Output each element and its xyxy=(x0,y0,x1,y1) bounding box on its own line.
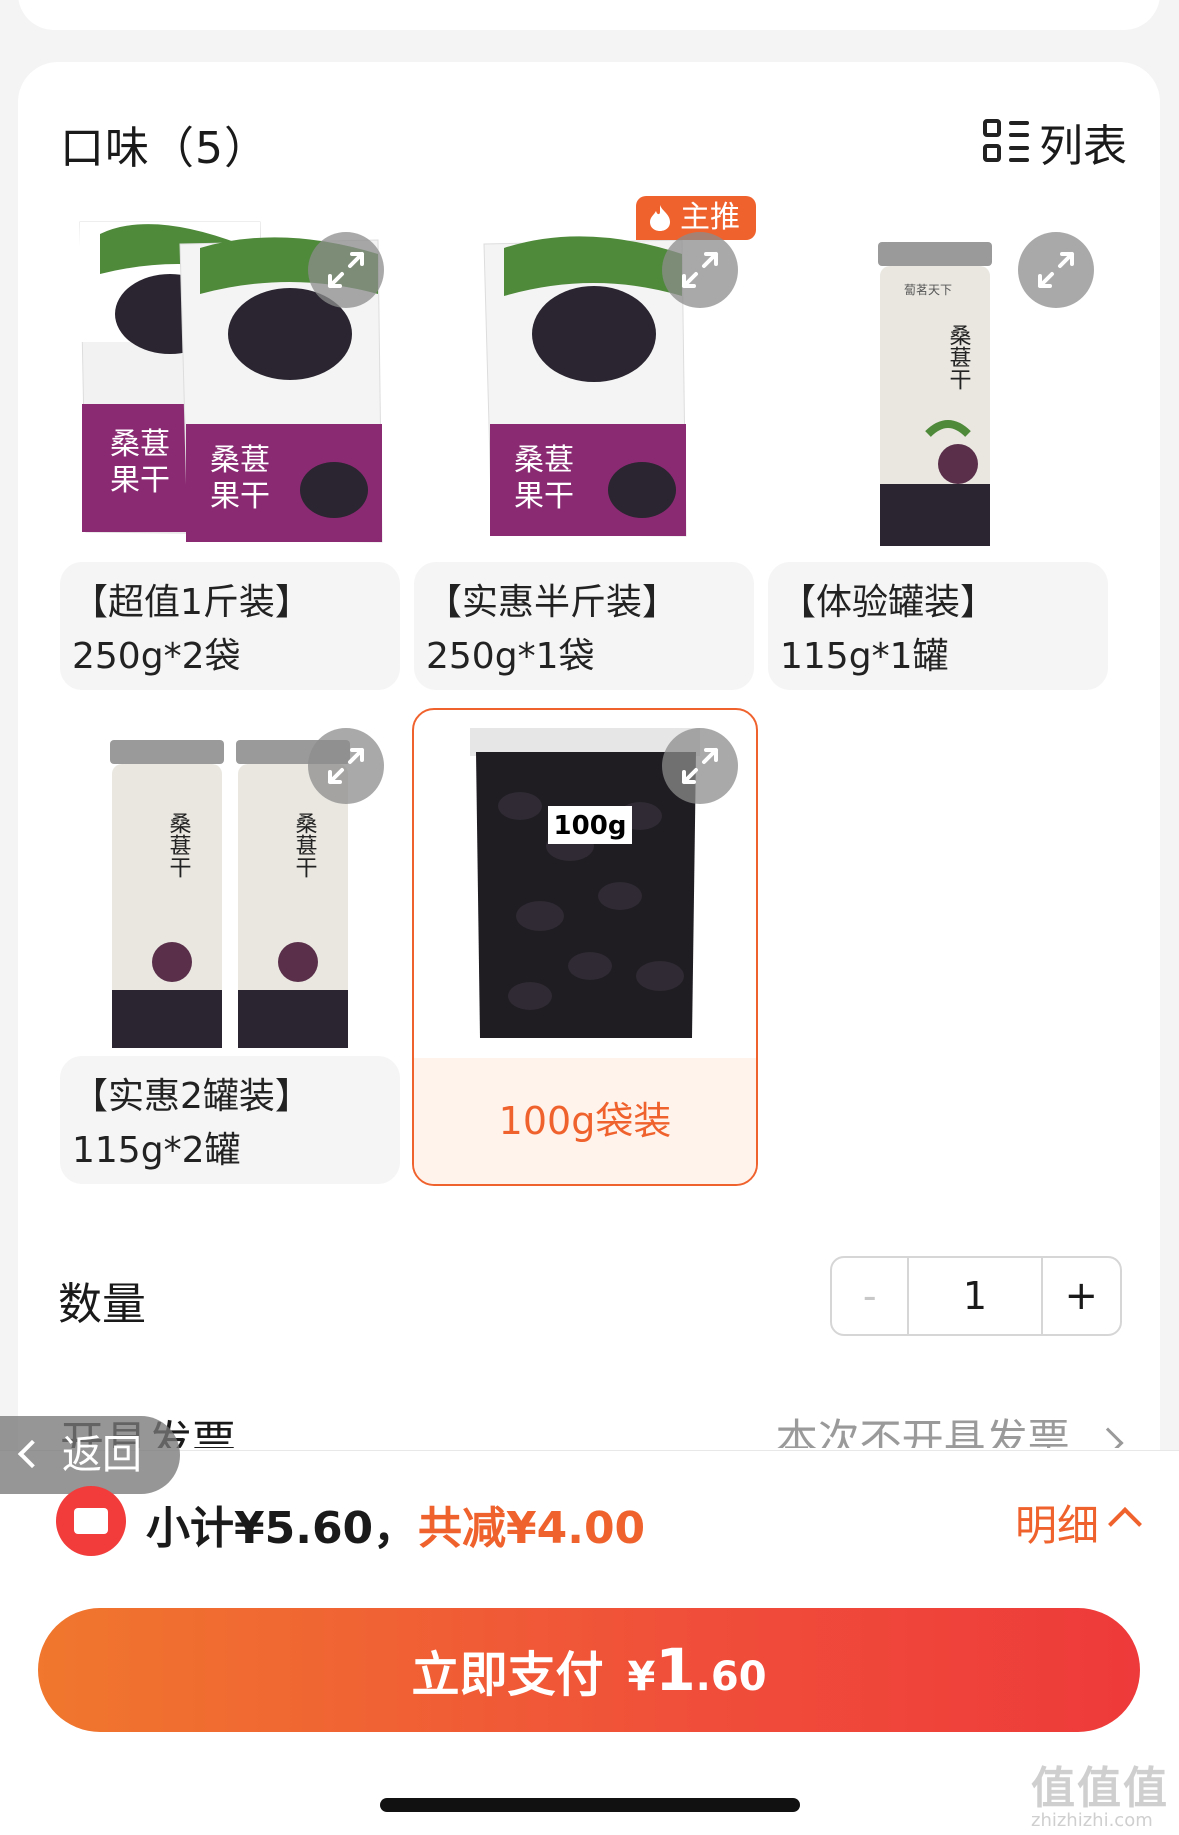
option-label: 【实惠半斤装】 250g*1袋 xyxy=(414,562,754,690)
discount-text: 共减¥4.00 xyxy=(418,1503,646,1554)
pouch-weight: 100g xyxy=(554,811,627,841)
quantity-value[interactable]: 1 xyxy=(909,1258,1043,1334)
pay-now-button[interactable]: 立即支付 ¥1.60 xyxy=(38,1608,1140,1732)
detail-button[interactable]: 明细 xyxy=(1015,1492,1099,1553)
bag-name-line1: 桑葚 xyxy=(210,443,270,478)
bag-name-line2: 果干 xyxy=(210,479,270,514)
list-icon xyxy=(983,119,1029,165)
quantity-label: 数量 xyxy=(58,1279,146,1330)
back-button[interactable]: 返回 xyxy=(0,1416,180,1494)
watermark: 值值值 zhizhizhi.com xyxy=(1031,1763,1169,1831)
jar-name: 桑葚干 xyxy=(946,324,972,390)
pay-label: 立即支付 xyxy=(411,1647,604,1703)
increment-button[interactable]: + xyxy=(1043,1258,1120,1334)
list-toggle-label: 列表 xyxy=(1039,121,1127,172)
expand-icon[interactable] xyxy=(308,728,384,804)
chevron-right-icon xyxy=(1092,1426,1124,1448)
decrement-button[interactable]: - xyxy=(832,1258,910,1334)
home-indicator[interactable] xyxy=(380,1798,800,1812)
bag-name-line2: 果干 xyxy=(514,479,574,514)
expand-icon[interactable] xyxy=(662,232,738,308)
back-label: 返回 xyxy=(62,1432,142,1478)
option-label: 【体验罐装】 115g*1罐 xyxy=(768,562,1108,690)
chevron-left-icon xyxy=(17,1439,47,1469)
quantity-stepper: - 1 + xyxy=(830,1256,1122,1336)
expand-icon[interactable] xyxy=(662,728,738,804)
hot-badge-label: 主推 xyxy=(680,200,740,235)
coupon-icon xyxy=(56,1486,126,1556)
jar-brand: 蔔茗天下 xyxy=(904,283,952,297)
flavor-section-title: 口味（5） xyxy=(60,123,269,174)
option-label-selected: 100g袋装 xyxy=(414,1058,756,1184)
invoice-value: 本次不开具发票 xyxy=(776,1406,1124,1448)
list-view-toggle[interactable]: 列表 xyxy=(983,110,1127,174)
expand-icon[interactable] xyxy=(1018,232,1094,308)
bag-name-line1: 桑葚 xyxy=(110,427,170,462)
option-label: 【实惠2罐装】 115g*2罐 xyxy=(60,1056,400,1184)
bag-name-line2: 果干 xyxy=(110,463,170,498)
jar-name: 桑葚干 xyxy=(166,812,192,878)
jar-name: 桑葚干 xyxy=(292,812,318,878)
option-label: 【超值1斤装】 250g*2袋 xyxy=(60,562,400,690)
bag-name-line1: 桑葚 xyxy=(514,443,574,478)
top-card xyxy=(18,0,1160,30)
flame-icon xyxy=(650,205,670,231)
expand-icon[interactable] xyxy=(308,232,384,308)
subtotal-text: 小计¥5.60， xyxy=(146,1503,418,1554)
pay-amount: ¥1.60 xyxy=(627,1636,767,1704)
